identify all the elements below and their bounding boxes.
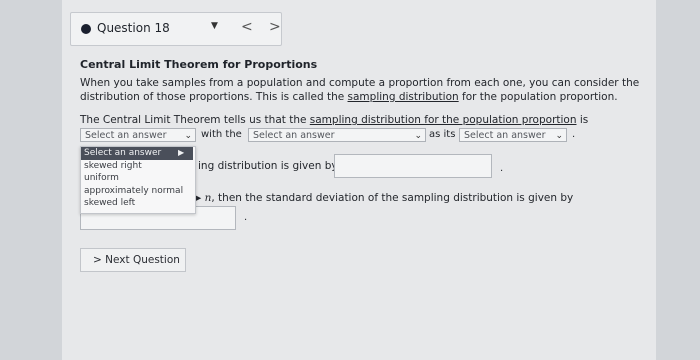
intro-line1: When you take samples from a population … <box>80 77 640 89</box>
chevron-right-icon: > <box>93 254 102 266</box>
sd-sentence-fragment: ▸ n, then the standard deviation of the … <box>196 192 573 204</box>
clt-term: sampling distribution for the population… <box>309 114 577 126</box>
chevron-down-icon: ⌄ <box>184 131 192 141</box>
with-the-label: with the <box>201 129 242 140</box>
parameter-select-value: Select an answer <box>464 130 546 141</box>
clt-sentence: The Central Limit Theorem tells us that … <box>80 114 588 126</box>
chevron-down-icon: ⌄ <box>555 131 563 141</box>
clt-pre: The Central Limit Theorem tells us that … <box>80 114 310 126</box>
next-question-arrow-button[interactable]: > <box>269 19 281 35</box>
prev-question-button[interactable]: < <box>241 19 253 35</box>
question-selector[interactable]: Question 18 ▼ < > <box>70 12 282 46</box>
mean-sentence-fragment: ing distribution is given by <box>198 160 338 172</box>
question-label: Question 18 <box>97 21 170 35</box>
dropdown-option-uniform[interactable]: uniform <box>84 173 119 183</box>
parameter-select[interactable]: Select an answer ⌄ <box>459 128 567 142</box>
as-its-label: as its <box>429 129 456 140</box>
status-dot-icon <box>81 24 91 34</box>
mean-period: . <box>500 163 504 174</box>
dropdown-option-skewed-right[interactable]: skewed right <box>84 161 142 171</box>
center-select-value: Select an answer <box>253 130 335 141</box>
intro-line2-pre: distribution of those proportions. This … <box>80 91 348 103</box>
shape-select[interactable]: Select an answer ⌄ <box>80 128 196 142</box>
question-title: Central Limit Theorem for Proportions <box>80 58 318 71</box>
center-select[interactable]: Select an answer ⌄ <box>248 128 426 142</box>
dropdown-option-selected[interactable]: Select an answer <box>81 147 193 160</box>
mean-answer-input[interactable] <box>334 154 492 178</box>
intro-line2-post: for the population proportion. <box>458 91 618 103</box>
sentence-period: . <box>572 129 576 140</box>
dropdown-option-approx-normal[interactable]: approximately normal <box>84 186 183 196</box>
sd-period: . <box>244 212 248 223</box>
sd-sentence-text: , then the standard deviation of the sam… <box>211 192 574 204</box>
shape-dropdown-menu[interactable]: Select an answer ▶ skewed right uniform … <box>80 146 196 214</box>
chevron-down-icon: ⌄ <box>414 131 422 141</box>
caret-down-icon[interactable]: ▼ <box>211 21 218 31</box>
next-question-button[interactable]: > Next Question <box>80 248 186 272</box>
dropdown-option-skewed-left[interactable]: skewed left <box>84 198 135 208</box>
mouse-cursor-icon: ▶ <box>178 148 185 157</box>
sampling-distribution-term: sampling distribution <box>347 91 459 103</box>
shape-select-value: Select an answer <box>85 130 167 141</box>
intro-paragraph: When you take samples from a population … <box>80 76 650 104</box>
next-question-label: Next Question <box>105 254 180 266</box>
clt-post: is <box>576 114 589 126</box>
arrow-fragment: ▸ <box>196 192 205 204</box>
